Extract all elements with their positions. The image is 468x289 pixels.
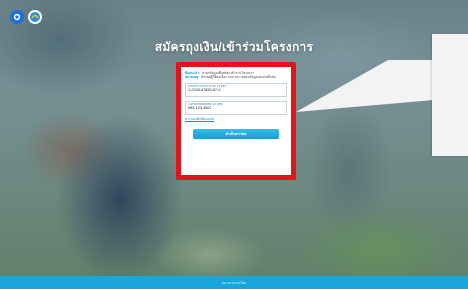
citizen-id-value[interactable]: 1-2345-67890-87-0 <box>188 88 284 93</box>
check-rights-link[interactable]: ตรวจสอบสิทธิ์ย้อนหลัง <box>185 117 287 121</box>
citizen-id-field[interactable]: เลขประจำตัวประชาชน 13 หลัก 1-2345-67890-… <box>185 83 287 97</box>
page-title: สมัครถุงเงิน/เข้าร่วมโครงการ <box>154 40 314 54</box>
note-line: หมายเหตุ: ตั้งรหัสผู้ใช้ต่อเนื่อง กรุณาต… <box>185 75 287 79</box>
phone-value[interactable]: 089-123-4567 <box>188 106 284 111</box>
note-text: ตั้งรหัสผู้ใช้ต่อเนื่อง กรุณาตรวจสอบข้อม… <box>201 75 276 79</box>
footer-bar: ธนาคารกรุงไทย <box>0 276 468 289</box>
phone-field[interactable]: เบอร์โทรศัพท์มือถือ (10 หลัก) 089-123-45… <box>185 101 287 115</box>
bank-logo-icon[interactable] <box>10 10 24 24</box>
form-highlight-frame: ข้อแนะนำ: กรอกข้อมูลเพื่อสมัครเข้าร่วมโค… <box>176 62 296 180</box>
government-logo-icon[interactable] <box>28 10 42 24</box>
footer-text: ธนาคารกรุงไทย <box>221 280 247 285</box>
note-label: หมายเหตุ: <box>185 75 200 79</box>
header-logos <box>10 10 42 24</box>
registration-form: ข้อแนะนำ: กรอกข้อมูลเพื่อสมัครเข้าร่วมโค… <box>185 71 287 139</box>
continue-button[interactable]: ดำเนินการต่อ <box>193 129 279 139</box>
callout-panel <box>432 34 468 156</box>
callout-pointer <box>296 60 432 112</box>
